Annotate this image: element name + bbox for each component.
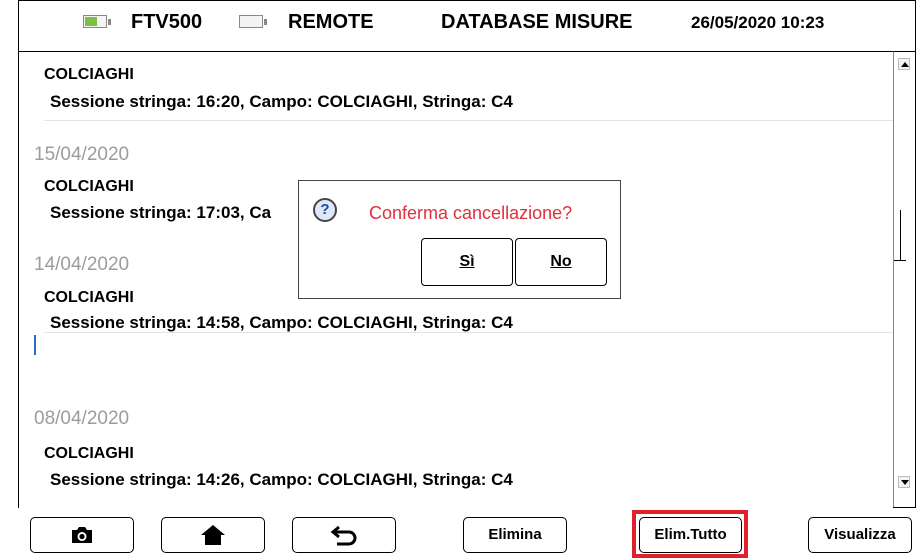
yes-button[interactable]: Sì (421, 238, 513, 286)
status-bar: FTV500 REMOTE DATABASE MISURE 26/05/2020… (19, 1, 915, 51)
remote-label: REMOTE (288, 11, 374, 33)
field-name: COLCIAGHI (44, 289, 134, 306)
camera-icon (72, 527, 92, 543)
field-name: COLCIAGHI (44, 178, 134, 195)
device-label: FTV500 (131, 11, 203, 33)
no-button-label: No (550, 253, 572, 270)
scroll-thumb[interactable] (894, 210, 906, 261)
delete-button-label: Elimina (488, 526, 542, 543)
field-name: COLCIAGHI (44, 445, 134, 462)
battery-icon (83, 15, 111, 28)
dialog-message: Conferma cancellazione? (369, 203, 573, 223)
vertical-scrollbar[interactable] (893, 51, 915, 507)
remote-battery-icon (239, 15, 267, 28)
datetime: 26/05/2020 10:23 (691, 13, 825, 32)
session-text: Sessione stringa: 14:26, Campo: COLCIAGH… (50, 470, 513, 489)
question-icon: ? (313, 198, 337, 222)
confirm-dialog: ? Conferma cancellazione? Sì No (298, 180, 621, 299)
back-button[interactable] (292, 517, 396, 553)
session-text: Sessione stringa: 14:58, Campo: COLCIAGH… (50, 313, 513, 332)
page-title: DATABASE MISURE (441, 11, 633, 33)
date-header: 15/04/2020 (34, 144, 130, 165)
view-button-label: Visualizza (824, 526, 896, 543)
yes-button-label: Sì (459, 253, 475, 270)
home-button[interactable] (161, 517, 265, 553)
highlight-box (632, 510, 748, 558)
no-button[interactable]: No (515, 238, 607, 286)
home-icon (201, 525, 225, 545)
session-text: Sessione stringa: 17:03, Ca (50, 203, 272, 222)
date-header: 08/04/2020 (34, 408, 130, 429)
session-text: Sessione stringa: 16:20, Campo: COLCIAGH… (50, 92, 513, 111)
delete-button[interactable]: Elimina (463, 517, 567, 553)
text-cursor (34, 335, 36, 355)
bottom-toolbar: Elimina Elim.Tutto Visualizza (0, 512, 920, 560)
divider (44, 332, 893, 333)
scroll-up-icon[interactable] (898, 58, 910, 70)
camera-button[interactable] (30, 517, 134, 553)
divider (44, 120, 893, 121)
date-header: 14/04/2020 (34, 254, 130, 275)
back-arrow-icon (330, 525, 357, 546)
scroll-down-icon[interactable] (898, 476, 910, 488)
view-button[interactable]: Visualizza (808, 517, 912, 553)
field-name: COLCIAGHI (44, 66, 134, 83)
